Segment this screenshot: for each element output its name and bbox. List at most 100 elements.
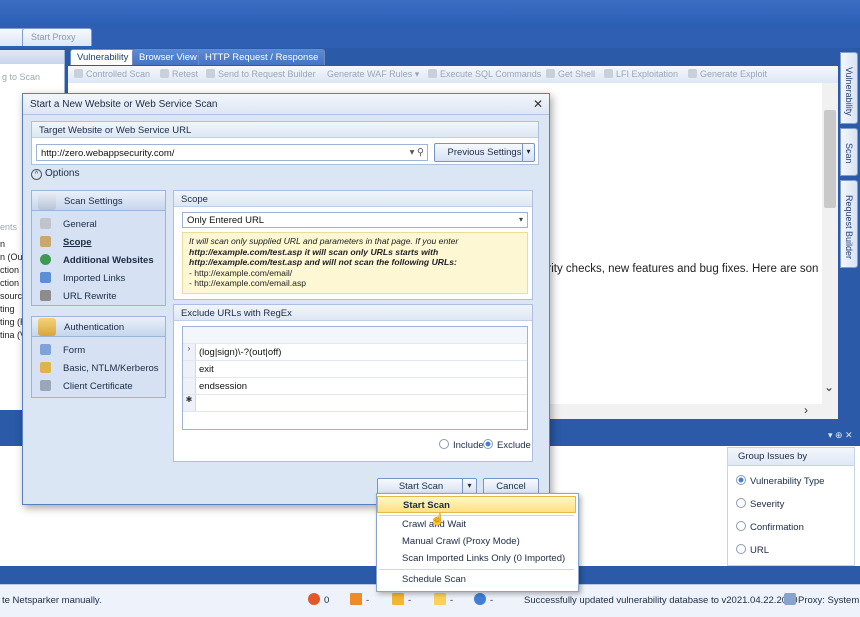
radio-label: URL [750, 545, 770, 556]
toolbar-label: LFI Exploitation [616, 69, 679, 79]
chevron-down-icon: ▾ [518, 215, 523, 224]
nav-label: Client Certificate [63, 381, 133, 392]
side-tab-request-builder[interactable]: Request Builder [840, 180, 858, 268]
get-shell-button[interactable]: Get Shell [546, 69, 595, 79]
target-url-group: Target Website or Web Service URL http:/… [31, 121, 539, 165]
target-url-label: Target Website or Web Service URL [32, 122, 538, 138]
proxy-status[interactable]: Proxy: System [798, 595, 859, 606]
scrollbar-thumb[interactable] [824, 110, 836, 208]
group-by-severity[interactable]: Severity [736, 498, 784, 510]
table-row[interactable]: endsession [183, 378, 527, 395]
nav-label: Form [63, 345, 86, 356]
scope-header: Scope [174, 191, 532, 207]
options-toggle[interactable]: ^ Options [31, 168, 79, 180]
nav-url-rewrite[interactable]: URL Rewrite [40, 290, 117, 302]
scroll-right-icon[interactable]: › [804, 403, 808, 417]
grid-header-row [183, 327, 527, 344]
group-by-url[interactable]: URL [736, 544, 769, 556]
new-scan-dialog: Start a New Website or Web Service Scan … [22, 93, 550, 505]
nav-scope[interactable]: Scope [40, 236, 92, 248]
chevron-down-icon[interactable]: ▾ [462, 479, 476, 494]
scope-info-line: It will scan only supplied URL and param… [189, 236, 459, 246]
toolbar: Controlled Scan Retest Send to Request B… [68, 66, 838, 84]
menu-item-crawl-and-wait[interactable]: Crawl and Wait [377, 516, 576, 533]
document-text: urity checks, new features and bug fixes… [541, 263, 819, 275]
toolbar-label: Generate WAF Rules [327, 69, 413, 79]
radio-label: Vulnerability Type [750, 476, 825, 487]
nav-basic-ntlm[interactable]: Basic, NTLM/Kerberos [40, 362, 159, 374]
controlled-scan-button[interactable]: Controlled Scan [74, 69, 150, 79]
chevron-down-icon[interactable]: ▾ [522, 144, 534, 161]
side-tab-vulnerability[interactable]: Vulnerability [840, 52, 858, 124]
menu-item-start-scan[interactable]: Start Scan [377, 496, 576, 513]
lfi-exploitation-button[interactable]: LFI Exploitation [604, 69, 678, 79]
toolbar-label: Controlled Scan [86, 69, 151, 79]
nav-label: Scope [63, 237, 92, 248]
critical-icon [308, 593, 320, 605]
tab-http-request-response[interactable]: HTTP Request / Response [198, 49, 326, 65]
group-by-confirmation[interactable]: Confirmation [736, 521, 804, 533]
key-icon [38, 318, 56, 336]
nav-general[interactable]: General [40, 218, 97, 230]
lfi-icon [604, 69, 613, 78]
form-icon [40, 344, 51, 355]
generate-exploit-button[interactable]: Generate Exploit [688, 69, 767, 79]
tab-vulnerability[interactable]: Vulnerability [70, 49, 136, 65]
target-url-input[interactable]: http://zero.webappsecurity.com/ ▾ ⚲ [36, 144, 428, 161]
generate-waf-rules-button[interactable]: Generate WAF Rules ▾ [327, 69, 419, 80]
wrench-icon [38, 192, 56, 210]
exclude-option[interactable]: Exclude [483, 439, 531, 451]
send-to-request-builder-button[interactable]: Send to Request Builder [206, 69, 316, 79]
side-tab-label: Request Builder [844, 195, 854, 260]
nav-additional-websites[interactable]: Additional Websites [40, 254, 154, 266]
nav-label: URL Rewrite [63, 291, 117, 302]
scan-icon [74, 69, 83, 78]
group-by-vulnerability-type[interactable]: Vulnerability Type [736, 475, 824, 487]
toolbar-label: Execute SQL Commands [440, 69, 542, 79]
certificate-icon [40, 380, 51, 391]
dropdown-search-icon[interactable]: ▾ ⚲ [410, 147, 424, 158]
close-icon[interactable]: ✕ [531, 97, 545, 111]
retest-button[interactable]: Retest [160, 69, 198, 79]
radio-label: Severity [750, 499, 785, 510]
nav-client-certificate[interactable]: Client Certificate [40, 380, 133, 392]
nav-imported-links[interactable]: Imported Links [40, 272, 125, 284]
scope-info-line: http://example.com/test.asp it will scan… [189, 246, 439, 257]
scope-info-box: It will scan only supplied URL and param… [182, 232, 528, 294]
exclude-regex-grid: › (log|sign)\-?(out|off) exit endsession … [182, 326, 528, 430]
regex-cell[interactable]: exit [199, 364, 214, 375]
table-row[interactable]: exit [183, 361, 527, 378]
authentication-label: Authentication [64, 322, 125, 333]
exploit-icon [688, 69, 697, 78]
medium-flag-icon [392, 593, 404, 605]
include-option[interactable]: Include [439, 439, 484, 451]
exclude-label: Exclude [497, 440, 531, 451]
horizontal-scrollbar[interactable] [541, 404, 838, 419]
menu-item-scan-imported-links[interactable]: Scan Imported Links Only (0 Imported) [377, 550, 576, 567]
mouse-cursor-icon: ☝ [430, 512, 445, 526]
menu-item-schedule-scan[interactable]: Schedule Scan [377, 571, 576, 588]
left-pane-header [0, 50, 64, 64]
row-selector [183, 361, 196, 377]
radio-icon [483, 439, 493, 449]
nav-label: Imported Links [63, 273, 126, 284]
new-row[interactable]: ✱ [183, 395, 527, 412]
status-left-text: te Netsparker manually. [2, 595, 102, 606]
pin-icon[interactable]: ▾ ⊕ ✕ [828, 430, 853, 441]
menu-item-manual-crawl[interactable]: Manual Crawl (Proxy Mode) [377, 533, 576, 550]
scope-select[interactable]: Only Entered URL ▾ [182, 212, 528, 228]
regex-cell[interactable]: endsession [199, 381, 247, 392]
nav-label: General [63, 219, 97, 230]
table-row[interactable]: › (log|sign)\-?(out|off) [183, 344, 527, 361]
nav-form[interactable]: Form [40, 344, 85, 356]
dialog-title-bar: Start a New Website or Web Service Scan … [23, 94, 549, 115]
side-tab-scan[interactable]: Scan [840, 128, 858, 176]
scroll-down-icon[interactable]: ⌄ [824, 380, 834, 394]
execute-sql-commands-button[interactable]: Execute SQL Commands [428, 69, 541, 79]
tab-browser-view[interactable]: Browser View [132, 49, 204, 65]
regex-cell[interactable]: (log|sign)\-?(out|off) [199, 347, 281, 358]
start-proxy-button[interactable]: Start Proxy [22, 28, 92, 46]
previous-settings-button[interactable]: Previous Settings ▾ [434, 143, 535, 162]
group-issues-header: Group Issues by [728, 448, 854, 466]
radio-label: Confirmation [750, 522, 804, 533]
